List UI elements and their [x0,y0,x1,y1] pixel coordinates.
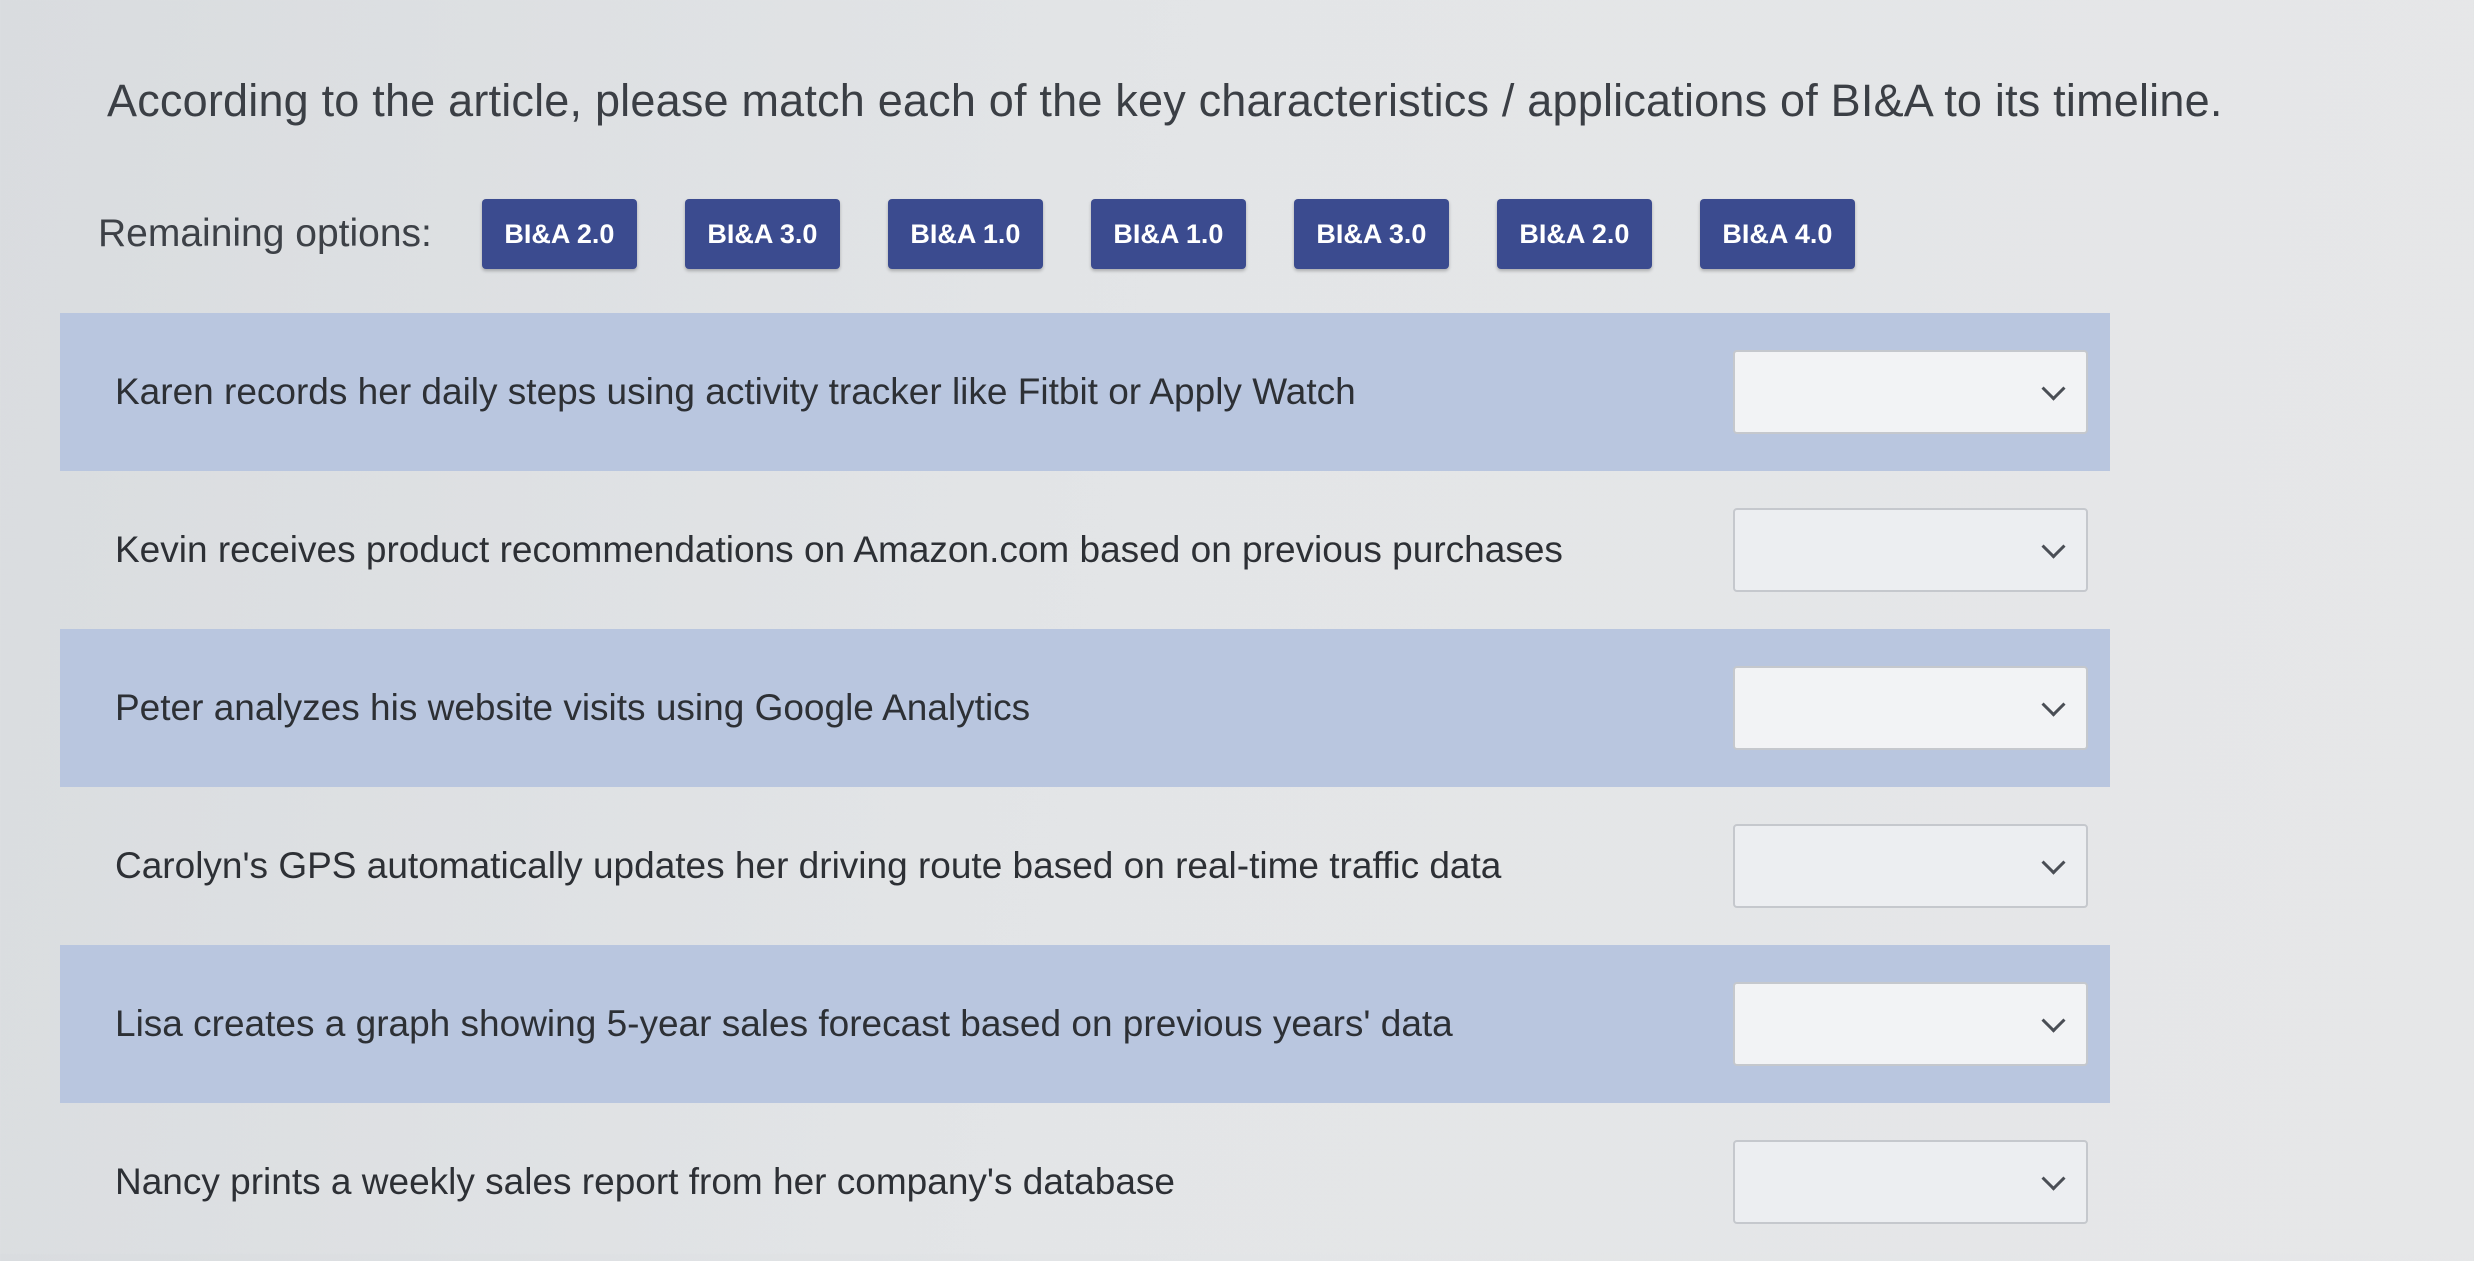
option-chip[interactable]: BI&A 1.0 [887,199,1043,269]
timeline-dropdown[interactable] [1733,982,2088,1066]
timeline-dropdown[interactable] [1733,1140,2088,1224]
timeline-dropdown[interactable] [1733,508,2088,592]
matching-question-page: According to the article, please match e… [0,0,2474,1254]
match-row: Karen records her daily steps using acti… [60,313,2110,471]
remaining-options: Remaining options: BI&A 2.0 BI&A 3.0 BI&… [98,195,1903,273]
timeline-dropdown[interactable] [1733,350,2088,434]
chevron-down-icon [2041,850,2066,875]
chevron-down-icon [2041,1166,2066,1191]
match-item-text: Peter analyzes his website visits using … [115,687,1031,728]
chevron-down-icon [2041,376,2066,401]
match-row: Carolyn's GPS automatically updates her … [60,787,2110,945]
remaining-options-label: Remaining options: [98,212,432,255]
option-chip[interactable]: BI&A 3.0 [684,199,840,269]
match-item-text: Lisa creates a graph showing 5-year sale… [115,1003,1453,1044]
option-chip[interactable]: BI&A 2.0 [1496,199,1652,269]
question-text: According to the article, please match e… [107,75,2223,126]
match-row: Kevin receives product recommendations o… [60,471,2110,629]
option-chip[interactable]: BI&A 1.0 [1090,199,1246,269]
match-row: Lisa creates a graph showing 5-year sale… [60,945,2110,1103]
chevron-down-icon [2041,692,2066,717]
option-chip[interactable]: BI&A 3.0 [1293,199,1449,269]
match-item-text: Kevin receives product recommendations o… [115,529,1563,570]
match-row: Peter analyzes his website visits using … [60,629,2110,787]
option-chip[interactable]: BI&A 4.0 [1699,199,1855,269]
option-chip[interactable]: BI&A 2.0 [481,199,637,269]
chevron-down-icon [2041,534,2066,559]
match-item-text: Nancy prints a weekly sales report from … [115,1161,1175,1202]
timeline-dropdown[interactable] [1733,824,2088,908]
match-row: Nancy prints a weekly sales report from … [60,1103,2110,1261]
match-rows: Karen records her daily steps using acti… [60,313,2110,1261]
chevron-down-icon [2041,1008,2066,1033]
timeline-dropdown[interactable] [1733,666,2088,750]
match-item-text: Karen records her daily steps using acti… [115,371,1356,412]
match-item-text: Carolyn's GPS automatically updates her … [115,845,1502,886]
